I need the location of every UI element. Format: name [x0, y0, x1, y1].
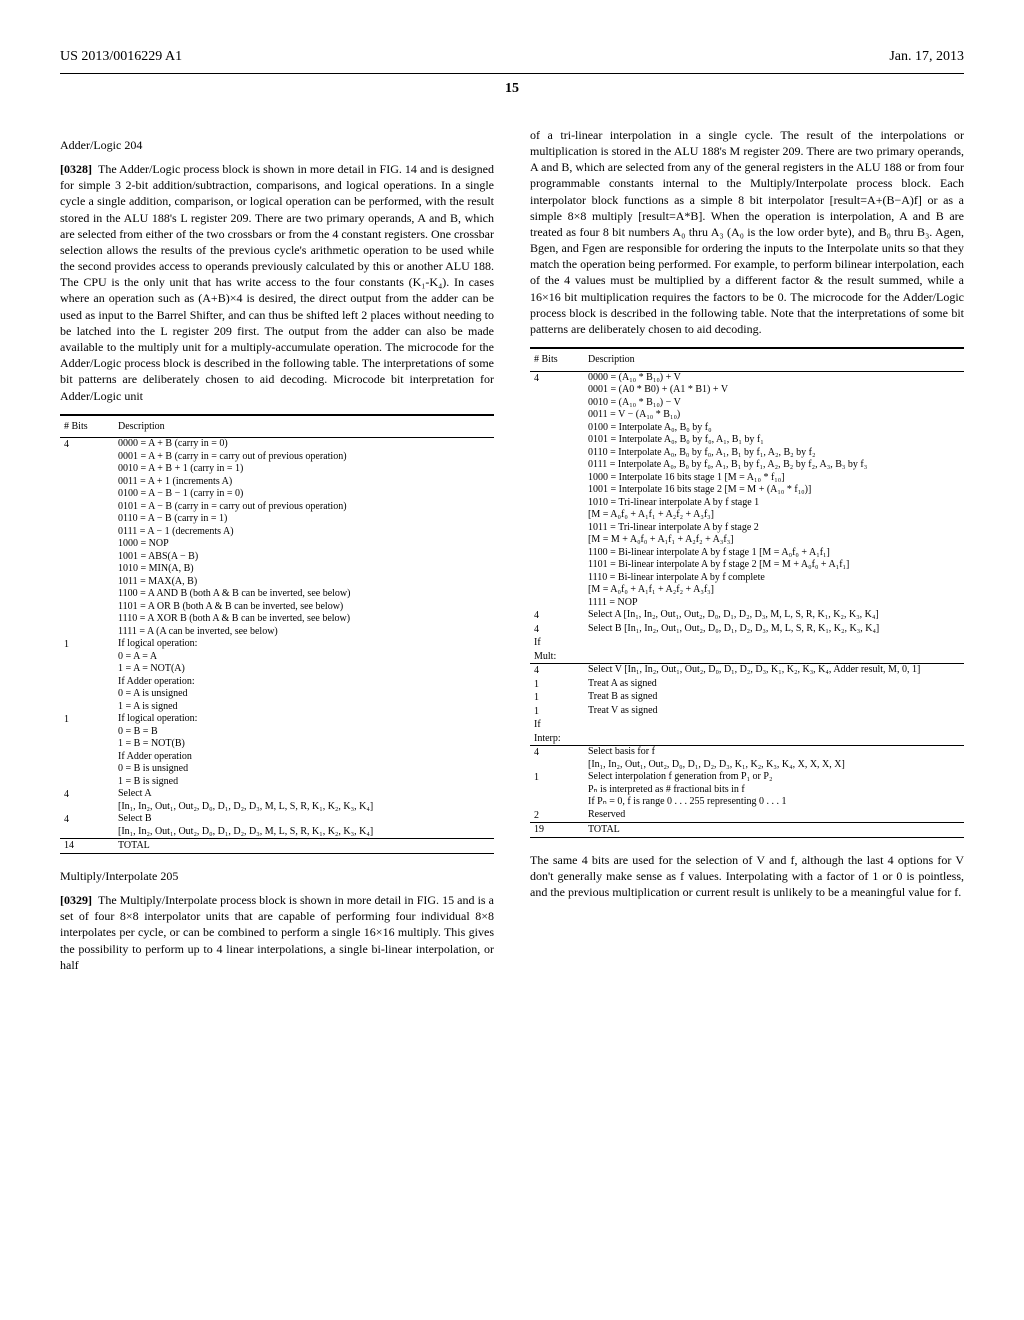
table-row: 40000 = A + B (carry in = 0) 0001 = A + … [60, 438, 494, 639]
table-row: 4Select basis for f [In₁, In₂, Out₁, Out… [530, 746, 964, 772]
right-column: of a tri-linear interpolation in a singl… [530, 127, 964, 983]
table-section-row: If Interp: [530, 718, 964, 746]
table-row: 4Select B [In₁, In₂, Out₁, Out₂, D₀, D₁,… [60, 813, 494, 839]
table-row: 2Reserved [530, 809, 964, 823]
table-total-row: 14 TOTAL [60, 839, 494, 854]
table-row: 1Treat V as signed [530, 705, 964, 719]
col-header-desc: Description [584, 348, 964, 371]
page-header: US 2013/0016229 A1 Jan. 17, 2013 [60, 48, 964, 67]
table-row: 4Select V [In₁, In₂, Out₁, Out₂, D₀, D₁,… [530, 664, 964, 678]
para-text: The Multiply/Interpolate process block i… [60, 893, 494, 972]
col-header-bits: # Bits [60, 415, 114, 438]
table-row: 1If logical operation: 0 = B = B 1 = B =… [60, 713, 494, 788]
publication-number: US 2013/0016229 A1 [60, 48, 182, 67]
header-rule [60, 73, 964, 74]
heading-multiply-interpolate: Multiply/Interpolate 205 [60, 868, 494, 884]
para-right-top: of a tri-linear interpolation in a singl… [530, 127, 964, 337]
page-number: 15 [60, 80, 964, 99]
table-row: 1Select interpolation f generation from … [530, 771, 964, 809]
table-section-row: If Mult: [530, 636, 964, 664]
para-number: [0329] [60, 893, 98, 907]
para-0328: [0328]The Adder/Logic process block is s… [60, 161, 494, 404]
table-row: 1Treat A as signed [530, 678, 964, 692]
table-adder-logic: # Bits Description 40000 = A + B (carry … [60, 414, 494, 854]
table-multiply-interpolate: # Bits Description 40000 = (A₁₀ * B₁₀) +… [530, 347, 964, 838]
heading-adder-logic: Adder/Logic 204 [60, 137, 494, 153]
para-0329: [0329]The Multiply/Interpolate process b… [60, 892, 494, 973]
publication-date: Jan. 17, 2013 [889, 48, 964, 67]
table-row: 1If logical operation: 0 = A = A 1 = A =… [60, 638, 494, 713]
table-row: 1Treat B as signed [530, 691, 964, 705]
para-text: The Adder/Logic process block is shown i… [60, 162, 494, 403]
table-row: 4Select A [In₁, In₂, Out₁, Out₂, D₀, D₁,… [60, 788, 494, 813]
table-row: 4Select B [In₁, In₂, Out₁, Out₂, D₀, D₁,… [530, 623, 964, 637]
table-row: 4Select A [In₁, In₂, Out₁, Out₂, D₀, D₁,… [530, 609, 964, 623]
table-total-row: 19 TOTAL [530, 823, 964, 838]
left-column: Adder/Logic 204 [0328]The Adder/Logic pr… [60, 127, 494, 983]
body-columns: Adder/Logic 204 [0328]The Adder/Logic pr… [60, 127, 964, 983]
col-header-desc: Description [114, 415, 494, 438]
para-number: [0328] [60, 162, 98, 176]
table-row: 40000 = (A₁₀ * B₁₀) + V 0001 = (A0 * B0)… [530, 371, 964, 609]
para-right-bottom: The same 4 bits are used for the selecti… [530, 852, 964, 901]
col-header-bits: # Bits [530, 348, 584, 371]
